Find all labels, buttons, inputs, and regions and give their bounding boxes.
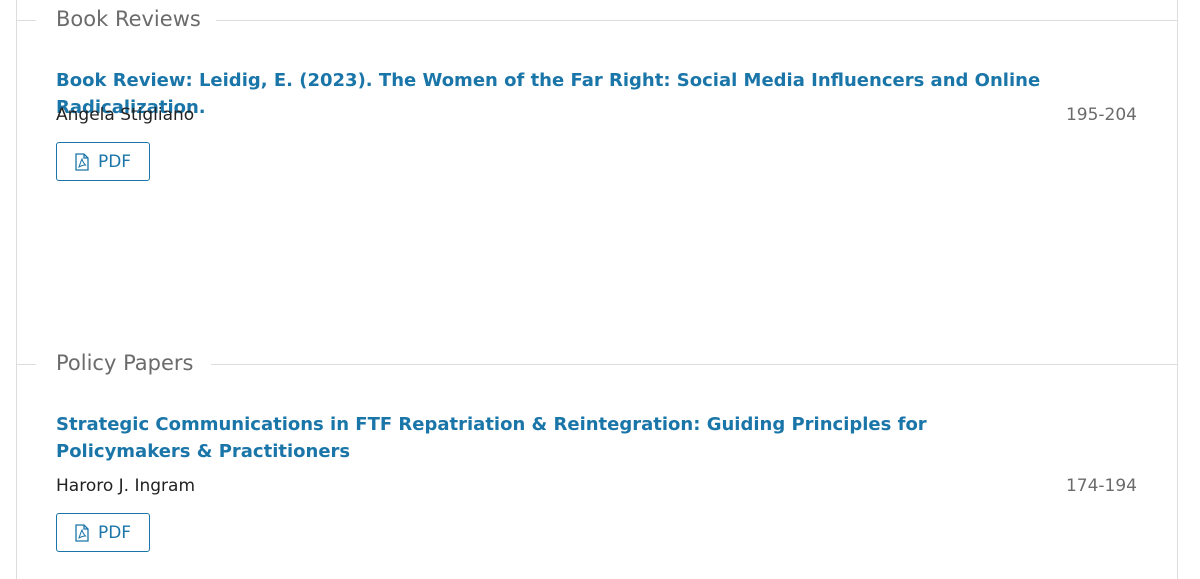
section-divider-right <box>211 364 1178 365</box>
article-pages: 174-194 <box>1065 476 1137 496</box>
section-divider-left <box>16 364 36 365</box>
file-pdf-icon <box>75 523 89 542</box>
file-pdf-icon <box>75 152 89 171</box>
article-title-link[interactable]: Strategic Communications in FTF Repatria… <box>56 411 1036 465</box>
article-title-link[interactable]: Book Review: Leidig, E. (2023). The Wome… <box>56 67 1136 121</box>
section-divider-left <box>16 20 36 21</box>
section-divider-right <box>216 20 1178 21</box>
pdf-galley-label: PDF <box>97 151 132 172</box>
article-author: Haroro J. Ingram <box>56 476 196 496</box>
article-author: Angela Stigliano <box>56 105 195 125</box>
article-pages: 195-204 <box>1065 105 1137 125</box>
pdf-galley-label: PDF <box>97 522 132 543</box>
section-title: Policy Papers <box>56 351 194 375</box>
pdf-galley-button[interactable]: PDF <box>56 513 150 552</box>
pdf-galley-button[interactable]: PDF <box>56 142 150 181</box>
section-title: Book Reviews <box>56 7 201 31</box>
